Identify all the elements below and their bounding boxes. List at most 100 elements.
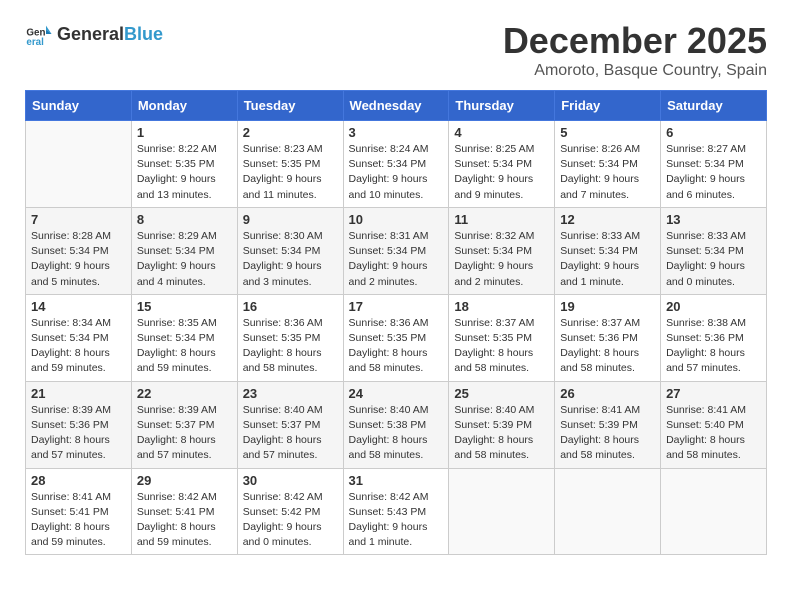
day-number: 4 bbox=[454, 125, 549, 140]
day-number: 29 bbox=[137, 473, 232, 488]
calendar-cell: 4 Sunrise: 8:25 AM Sunset: 5:34 PM Daylig… bbox=[449, 121, 555, 208]
day-info: Sunrise: 8:36 AM Sunset: 5:35 PM Dayligh… bbox=[243, 316, 338, 377]
calendar-cell: 10 Sunrise: 8:31 AM Sunset: 5:34 PM Dayli… bbox=[343, 207, 449, 294]
location-title: Amoroto, Basque Country, Spain bbox=[503, 62, 767, 80]
calendar-cell: 29 Sunrise: 8:42 AM Sunset: 5:41 PM Dayli… bbox=[131, 468, 237, 555]
day-number: 25 bbox=[454, 386, 549, 401]
calendar-cell: 20 Sunrise: 8:38 AM Sunset: 5:36 PM Dayli… bbox=[661, 294, 767, 381]
day-number: 7 bbox=[31, 212, 126, 227]
calendar-cell bbox=[661, 468, 767, 555]
day-number: 20 bbox=[666, 299, 761, 314]
day-number: 22 bbox=[137, 386, 232, 401]
calendar-cell: 7 Sunrise: 8:28 AM Sunset: 5:34 PM Daylig… bbox=[26, 207, 132, 294]
day-number: 21 bbox=[31, 386, 126, 401]
calendar-cell: 1 Sunrise: 8:22 AM Sunset: 5:35 PM Daylig… bbox=[131, 121, 237, 208]
calendar-cell: 13 Sunrise: 8:33 AM Sunset: 5:34 PM Dayli… bbox=[661, 207, 767, 294]
day-number: 9 bbox=[243, 212, 338, 227]
calendar-cell: 25 Sunrise: 8:40 AM Sunset: 5:39 PM Dayli… bbox=[449, 381, 555, 468]
day-info: Sunrise: 8:27 AM Sunset: 5:34 PM Dayligh… bbox=[666, 142, 761, 203]
day-info: Sunrise: 8:37 AM Sunset: 5:35 PM Dayligh… bbox=[454, 316, 549, 377]
day-info: Sunrise: 8:31 AM Sunset: 5:34 PM Dayligh… bbox=[349, 229, 444, 290]
calendar-cell: 12 Sunrise: 8:33 AM Sunset: 5:34 PM Dayli… bbox=[555, 207, 661, 294]
weekday-header-monday: Monday bbox=[131, 91, 237, 121]
day-info: Sunrise: 8:25 AM Sunset: 5:34 PM Dayligh… bbox=[454, 142, 549, 203]
calendar-cell: 30 Sunrise: 8:42 AM Sunset: 5:42 PM Dayli… bbox=[237, 468, 343, 555]
day-number: 8 bbox=[137, 212, 232, 227]
day-info: Sunrise: 8:42 AM Sunset: 5:42 PM Dayligh… bbox=[243, 490, 338, 551]
day-info: Sunrise: 8:32 AM Sunset: 5:34 PM Dayligh… bbox=[454, 229, 549, 290]
calendar-cell bbox=[449, 468, 555, 555]
day-number: 16 bbox=[243, 299, 338, 314]
day-info: Sunrise: 8:29 AM Sunset: 5:34 PM Dayligh… bbox=[137, 229, 232, 290]
calendar-cell bbox=[26, 121, 132, 208]
day-number: 28 bbox=[31, 473, 126, 488]
weekday-header-saturday: Saturday bbox=[661, 91, 767, 121]
calendar-cell: 17 Sunrise: 8:36 AM Sunset: 5:35 PM Dayli… bbox=[343, 294, 449, 381]
day-number: 26 bbox=[560, 386, 655, 401]
calendar-cell: 2Sunrise: 8:23 AM Sunset: 5:35 PM Daylig… bbox=[237, 121, 343, 208]
day-number: 19 bbox=[560, 299, 655, 314]
day-info: Sunrise: 8:26 AM Sunset: 5:34 PM Dayligh… bbox=[560, 142, 655, 203]
weekday-header-friday: Friday bbox=[555, 91, 661, 121]
day-info: Sunrise: 8:42 AM Sunset: 5:41 PM Dayligh… bbox=[137, 490, 232, 551]
day-number: 1 bbox=[137, 125, 232, 140]
day-info: Sunrise: 8:30 AM Sunset: 5:34 PM Dayligh… bbox=[243, 229, 338, 290]
day-number: 27 bbox=[666, 386, 761, 401]
month-title: December 2025 bbox=[503, 20, 767, 62]
day-number: 18 bbox=[454, 299, 549, 314]
day-info: Sunrise: 8:22 AM Sunset: 5:35 PM Dayligh… bbox=[137, 142, 232, 203]
calendar-cell: 5 Sunrise: 8:26 AM Sunset: 5:34 PM Daylig… bbox=[555, 121, 661, 208]
day-info: Sunrise: 8:41 AM Sunset: 5:41 PM Dayligh… bbox=[31, 490, 126, 551]
calendar-week-row: 7 Sunrise: 8:28 AM Sunset: 5:34 PM Daylig… bbox=[26, 207, 767, 294]
day-number: 15 bbox=[137, 299, 232, 314]
day-info: Sunrise: 8:28 AM Sunset: 5:34 PM Dayligh… bbox=[31, 229, 126, 290]
day-number: 23 bbox=[243, 386, 338, 401]
weekday-header-sunday: Sunday bbox=[26, 91, 132, 121]
day-info: Sunrise: 8:33 AM Sunset: 5:34 PM Dayligh… bbox=[560, 229, 655, 290]
day-info: Sunrise: 8:34 AM Sunset: 5:34 PM Dayligh… bbox=[31, 316, 126, 377]
day-number: 6 bbox=[666, 125, 761, 140]
day-number: 10 bbox=[349, 212, 444, 227]
calendar-cell bbox=[555, 468, 661, 555]
day-number: 3 bbox=[349, 125, 444, 140]
day-number: 31 bbox=[349, 473, 444, 488]
day-number: 5 bbox=[560, 125, 655, 140]
day-info: Sunrise: 8:37 AM Sunset: 5:36 PM Dayligh… bbox=[560, 316, 655, 377]
calendar-cell: 15 Sunrise: 8:35 AM Sunset: 5:34 PM Dayli… bbox=[131, 294, 237, 381]
calendar-cell: 27 Sunrise: 8:41 AM Sunset: 5:40 PM Dayli… bbox=[661, 381, 767, 468]
day-number: 30 bbox=[243, 473, 338, 488]
svg-text:eral: eral bbox=[26, 37, 44, 48]
day-number: 14 bbox=[31, 299, 126, 314]
calendar-cell: 31Sunrise: 8:42 AM Sunset: 5:43 PM Dayli… bbox=[343, 468, 449, 555]
calendar-cell: 3Sunrise: 8:24 AM Sunset: 5:34 PM Daylig… bbox=[343, 121, 449, 208]
day-number: 12 bbox=[560, 212, 655, 227]
day-info: Sunrise: 8:39 AM Sunset: 5:37 PM Dayligh… bbox=[137, 403, 232, 464]
day-number: 13 bbox=[666, 212, 761, 227]
calendar-cell: 8 Sunrise: 8:29 AM Sunset: 5:34 PM Daylig… bbox=[131, 207, 237, 294]
calendar-cell: 28 Sunrise: 8:41 AM Sunset: 5:41 PM Dayli… bbox=[26, 468, 132, 555]
calendar-cell: 26Sunrise: 8:41 AM Sunset: 5:39 PM Dayli… bbox=[555, 381, 661, 468]
calendar-table: SundayMondayTuesdayWednesdayThursdayFrid… bbox=[25, 90, 767, 555]
day-number: 2 bbox=[243, 125, 338, 140]
calendar-cell: 22 Sunrise: 8:39 AM Sunset: 5:37 PM Dayli… bbox=[131, 381, 237, 468]
logo-text-general: General bbox=[57, 24, 124, 44]
day-info: Sunrise: 8:38 AM Sunset: 5:36 PM Dayligh… bbox=[666, 316, 761, 377]
weekday-header-thursday: Thursday bbox=[449, 91, 555, 121]
logo-icon: Gen eral bbox=[25, 20, 53, 48]
weekday-header-wednesday: Wednesday bbox=[343, 91, 449, 121]
day-info: Sunrise: 8:35 AM Sunset: 5:34 PM Dayligh… bbox=[137, 316, 232, 377]
day-info: Sunrise: 8:40 AM Sunset: 5:39 PM Dayligh… bbox=[454, 403, 549, 464]
calendar-cell: 6 Sunrise: 8:27 AM Sunset: 5:34 PM Daylig… bbox=[661, 121, 767, 208]
calendar-week-row: 1 Sunrise: 8:22 AM Sunset: 5:35 PM Daylig… bbox=[26, 121, 767, 208]
calendar-cell: 14 Sunrise: 8:34 AM Sunset: 5:34 PM Dayli… bbox=[26, 294, 132, 381]
calendar-cell: 23Sunrise: 8:40 AM Sunset: 5:37 PM Dayli… bbox=[237, 381, 343, 468]
calendar-cell: 18 Sunrise: 8:37 AM Sunset: 5:35 PM Dayli… bbox=[449, 294, 555, 381]
day-number: 17 bbox=[349, 299, 444, 314]
logo: Gen eral GeneralBlue bbox=[25, 20, 163, 48]
day-info: Sunrise: 8:33 AM Sunset: 5:34 PM Dayligh… bbox=[666, 229, 761, 290]
day-info: Sunrise: 8:36 AM Sunset: 5:35 PM Dayligh… bbox=[349, 316, 444, 377]
day-info: Sunrise: 8:39 AM Sunset: 5:36 PM Dayligh… bbox=[31, 403, 126, 464]
day-info: Sunrise: 8:41 AM Sunset: 5:40 PM Dayligh… bbox=[666, 403, 761, 464]
calendar-week-row: 21 Sunrise: 8:39 AM Sunset: 5:36 PM Dayli… bbox=[26, 381, 767, 468]
calendar-cell: 9 Sunrise: 8:30 AM Sunset: 5:34 PM Daylig… bbox=[237, 207, 343, 294]
